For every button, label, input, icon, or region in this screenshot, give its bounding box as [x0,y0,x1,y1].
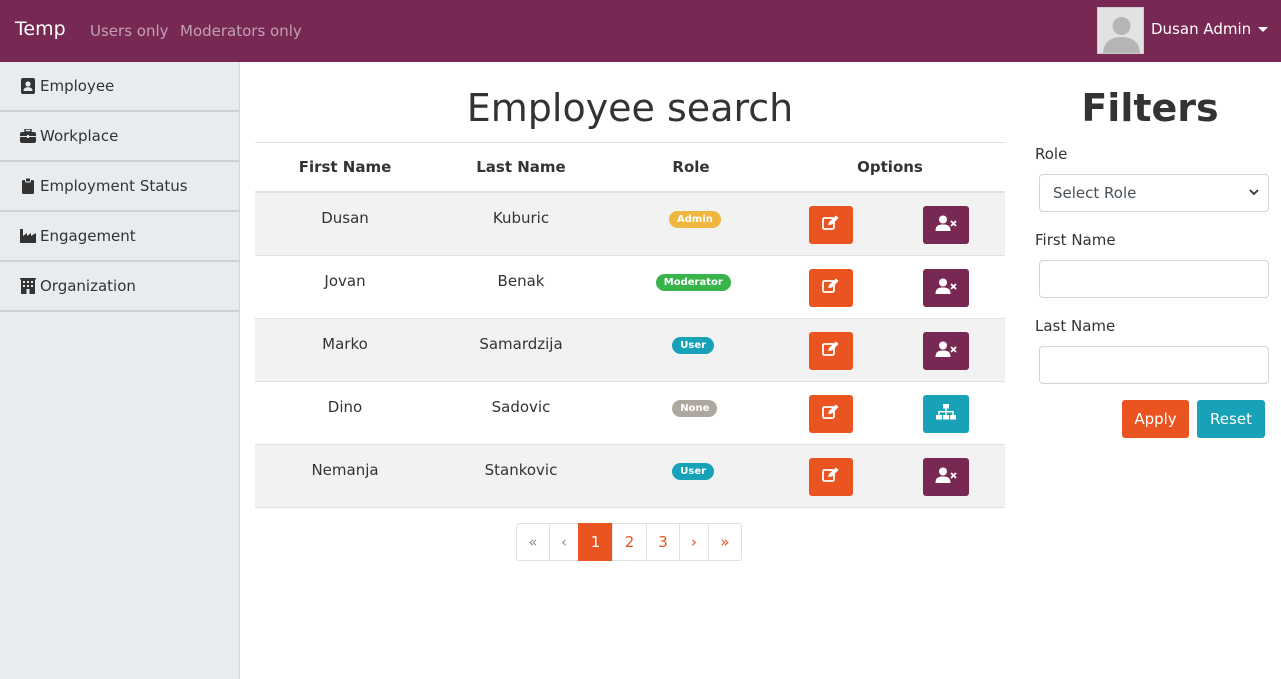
sidebar-item-employee[interactable]: Employee [0,62,239,112]
last-name-field[interactable] [1039,346,1269,384]
sidebar-item-label: Employment Status [40,177,188,195]
edit-icon [822,467,840,487]
edit-icon [822,341,840,361]
top-navbar: Temp Users only Moderators only Dusan Ad… [0,0,1281,62]
table-header: First Name Last Name Role Options [255,143,1005,193]
sidebar-item-employment-status[interactable]: Employment Status [0,162,239,212]
column-header-options: Options [857,158,923,176]
edit-button[interactable] [809,269,853,307]
table-row: Marko Samardzija User [255,319,1005,382]
role-select[interactable]: Select Role [1039,174,1269,212]
building-icon [20,278,36,294]
role-badge: User [672,463,715,480]
first-name-cell: Nemanja [311,461,379,479]
last-name-cell: Stankovic [484,461,558,479]
sidebar: Employee Workplace Employment Status Eng… [0,62,240,679]
first-name-cell: Marko [322,335,368,353]
last-name-cell: Kuburic [492,209,550,227]
chevron-down-icon [1258,27,1268,32]
column-header-first-name: First Name [298,158,392,176]
apply-button[interactable]: Apply [1122,400,1189,438]
edit-button[interactable] [809,332,853,370]
edit-icon [822,278,840,298]
first-name-cell: Dusan [321,209,369,227]
remove-user-icon [935,215,957,235]
last-name-cell: Sadovic [491,398,551,416]
table-row: Jovan Benak Moderator [255,256,1005,319]
user-menu-dropdown[interactable]: Dusan Admin [1097,7,1269,54]
brand-link[interactable]: Temp [15,18,66,40]
nav-link-users-only[interactable]: Users only [90,22,169,40]
role-select-value: Select Role [1053,184,1137,202]
last-name-cell: Samardzija [479,335,563,353]
pagination: « ‹ 1 2 3 › » [516,523,742,561]
remove-user-button[interactable] [923,458,969,496]
industry-icon [20,228,36,244]
table-row: Dino Sadovic None [255,382,1005,445]
remove-user-button[interactable] [923,269,969,307]
role-label: Role [1035,145,1068,163]
filters-title: Filters [1081,86,1219,130]
pagination-page-2[interactable]: 2 [612,523,647,561]
table-body: Dusan Kuburic Admin Jovan Benak Moderator Mark… [255,193,1005,508]
sitemap-icon [936,404,956,424]
remove-user-button[interactable] [923,332,969,370]
sidebar-item-label: Employee [40,77,115,95]
briefcase-icon [20,128,36,144]
role-badge: Admin [669,211,721,228]
default-avatar-icon [1098,8,1143,53]
sidebar-item-label: Engagement [40,227,136,245]
edit-icon [822,215,840,235]
assign-organization-button[interactable] [923,395,969,433]
clipboard-icon [20,178,36,194]
user-name: Dusan Admin [1151,20,1252,38]
edit-button[interactable] [809,206,853,244]
pagination-last[interactable]: » [708,523,742,561]
pagination-page-3[interactable]: 3 [646,523,680,561]
sidebar-item-engagement[interactable]: Engagement [0,212,239,262]
sidebar-item-organization[interactable]: Organization [0,262,239,312]
page-title: Employee search [466,86,794,130]
last-name-cell: Benak [497,272,545,290]
role-badge: User [672,337,715,354]
remove-user-icon [935,467,957,487]
pagination-page-1[interactable]: 1 [578,523,613,561]
column-header-last-name: Last Name [476,158,566,176]
sidebar-item-workplace[interactable]: Workplace [0,112,239,162]
employee-table: First Name Last Name Role Options Dusan K… [255,142,1005,508]
column-header-role: Role [672,158,710,176]
sidebar-item-label: Organization [40,277,136,295]
remove-user-icon [935,278,957,298]
reset-button[interactable]: Reset [1197,400,1265,438]
avatar [1097,7,1144,54]
sidebar-item-label: Workplace [40,127,119,145]
table-row: Nemanja Stankovic User [255,445,1005,508]
id-card-icon [20,78,36,94]
edit-button[interactable] [809,458,853,496]
table-row: Dusan Kuburic Admin [255,193,1005,256]
remove-user-icon [935,341,957,361]
role-badge: Moderator [655,274,731,291]
first-name-cell: Jovan [324,272,366,290]
edit-icon [822,404,840,424]
first-name-field[interactable] [1039,260,1269,298]
pagination-next[interactable]: › [679,523,709,561]
last-name-label: Last Name [1035,317,1116,335]
remove-user-button[interactable] [923,206,969,244]
chevron-down-icon [1249,189,1259,196]
first-name-cell: Dino [327,398,363,416]
role-badge: None [672,400,718,417]
pagination-prev[interactable]: ‹ [549,523,579,561]
nav-link-moderators-only[interactable]: Moderators only [180,22,302,40]
edit-button[interactable] [809,395,853,433]
first-name-label: First Name [1035,231,1116,249]
pagination-first[interactable]: « [516,523,550,561]
